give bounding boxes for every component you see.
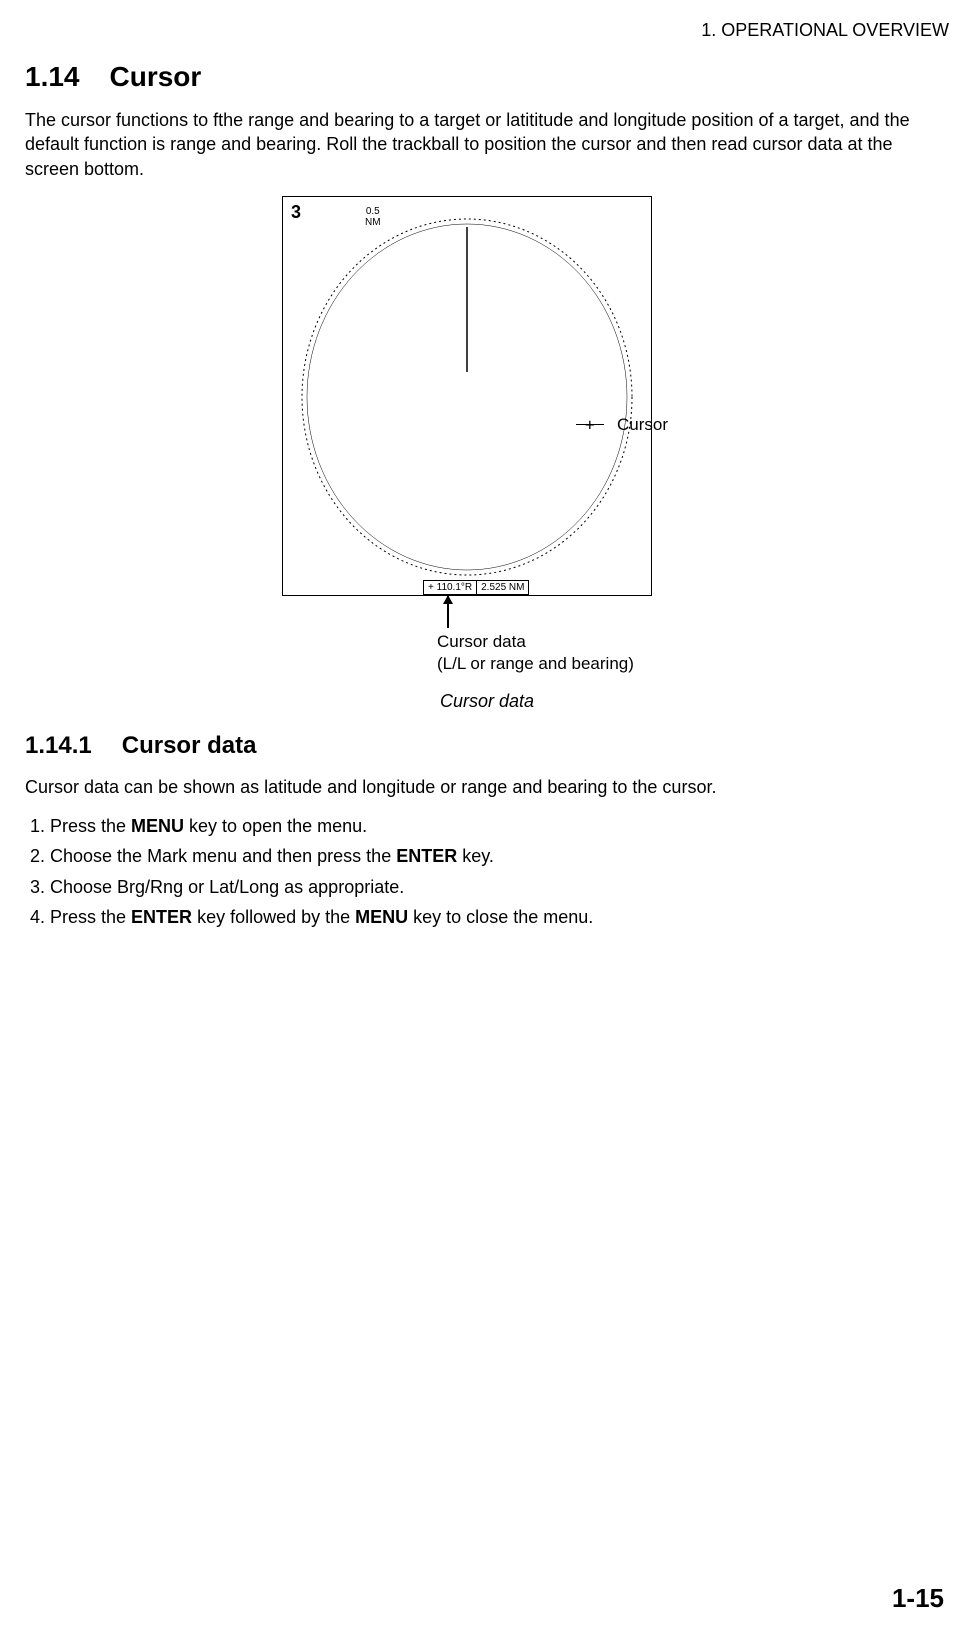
step-2: Choose the Mark menu and then press the …	[50, 844, 949, 869]
key-enter: ENTER	[396, 846, 457, 866]
step-4: Press the ENTER key followed by the MENU…	[50, 905, 949, 930]
section-title: Cursor	[110, 61, 202, 92]
key-menu: MENU	[131, 816, 184, 836]
step-text: Choose the Mark menu and then press the	[50, 846, 396, 866]
readout-callout-line2: (L/L or range and bearing)	[437, 654, 634, 673]
figure: 3 0.5 NM + + 110.1°R 2.525 NM Cursor Cur…	[25, 196, 949, 712]
key-menu: MENU	[355, 907, 408, 927]
readout-bearing: + 110.1°R	[423, 580, 477, 595]
step-text: key followed by the	[192, 907, 355, 927]
step-1: Press the MENU key to open the menu.	[50, 814, 949, 839]
page-number: 1-15	[892, 1583, 944, 1614]
subsection-title: Cursor data	[122, 732, 257, 759]
step-text: Press the	[50, 907, 131, 927]
intro-paragraph: The cursor functions to fthe range and b…	[25, 108, 949, 181]
cursor-data-readout: + 110.1°R 2.525 NM	[423, 580, 529, 595]
radar-dial-icon	[295, 212, 640, 582]
cursor-marker-icon: +	[585, 417, 595, 433]
step-text: key to open the menu.	[184, 816, 367, 836]
steps-list: Press the MENU key to open the menu. Cho…	[25, 814, 949, 930]
subsection-number: 1.14.1	[25, 732, 92, 759]
arrow-up-icon	[447, 596, 449, 628]
subsection-paragraph: Cursor data can be shown as latitude and…	[25, 775, 949, 799]
section-number: 1.14	[25, 61, 80, 92]
step-text: key to close the menu.	[408, 907, 593, 927]
section-heading: 1.14 Cursor	[25, 61, 949, 93]
step-text: Press the	[50, 816, 131, 836]
key-enter: ENTER	[131, 907, 192, 927]
radar-diagram: 3 0.5 NM + + 110.1°R 2.525 NM Cursor Cur…	[262, 196, 712, 666]
page-header: 1. OPERATIONAL OVERVIEW	[25, 20, 949, 41]
readout-range: 2.525 NM	[477, 580, 529, 595]
step-3: Choose Brg/Rng or Lat/Long as appropriat…	[50, 875, 949, 900]
radar-box: 3 0.5 NM + + 110.1°R 2.525 NM	[282, 196, 652, 596]
cursor-callout-label: Cursor	[617, 415, 668, 435]
subsection-heading: 1.14.1 Cursor data	[25, 732, 949, 760]
callout-line	[576, 424, 604, 425]
figure-caption: Cursor data	[440, 691, 534, 712]
readout-callout-line1: Cursor data	[437, 632, 526, 651]
readout-callout-label: Cursor data (L/L or range and bearing)	[437, 631, 634, 675]
step-text: key.	[457, 846, 494, 866]
